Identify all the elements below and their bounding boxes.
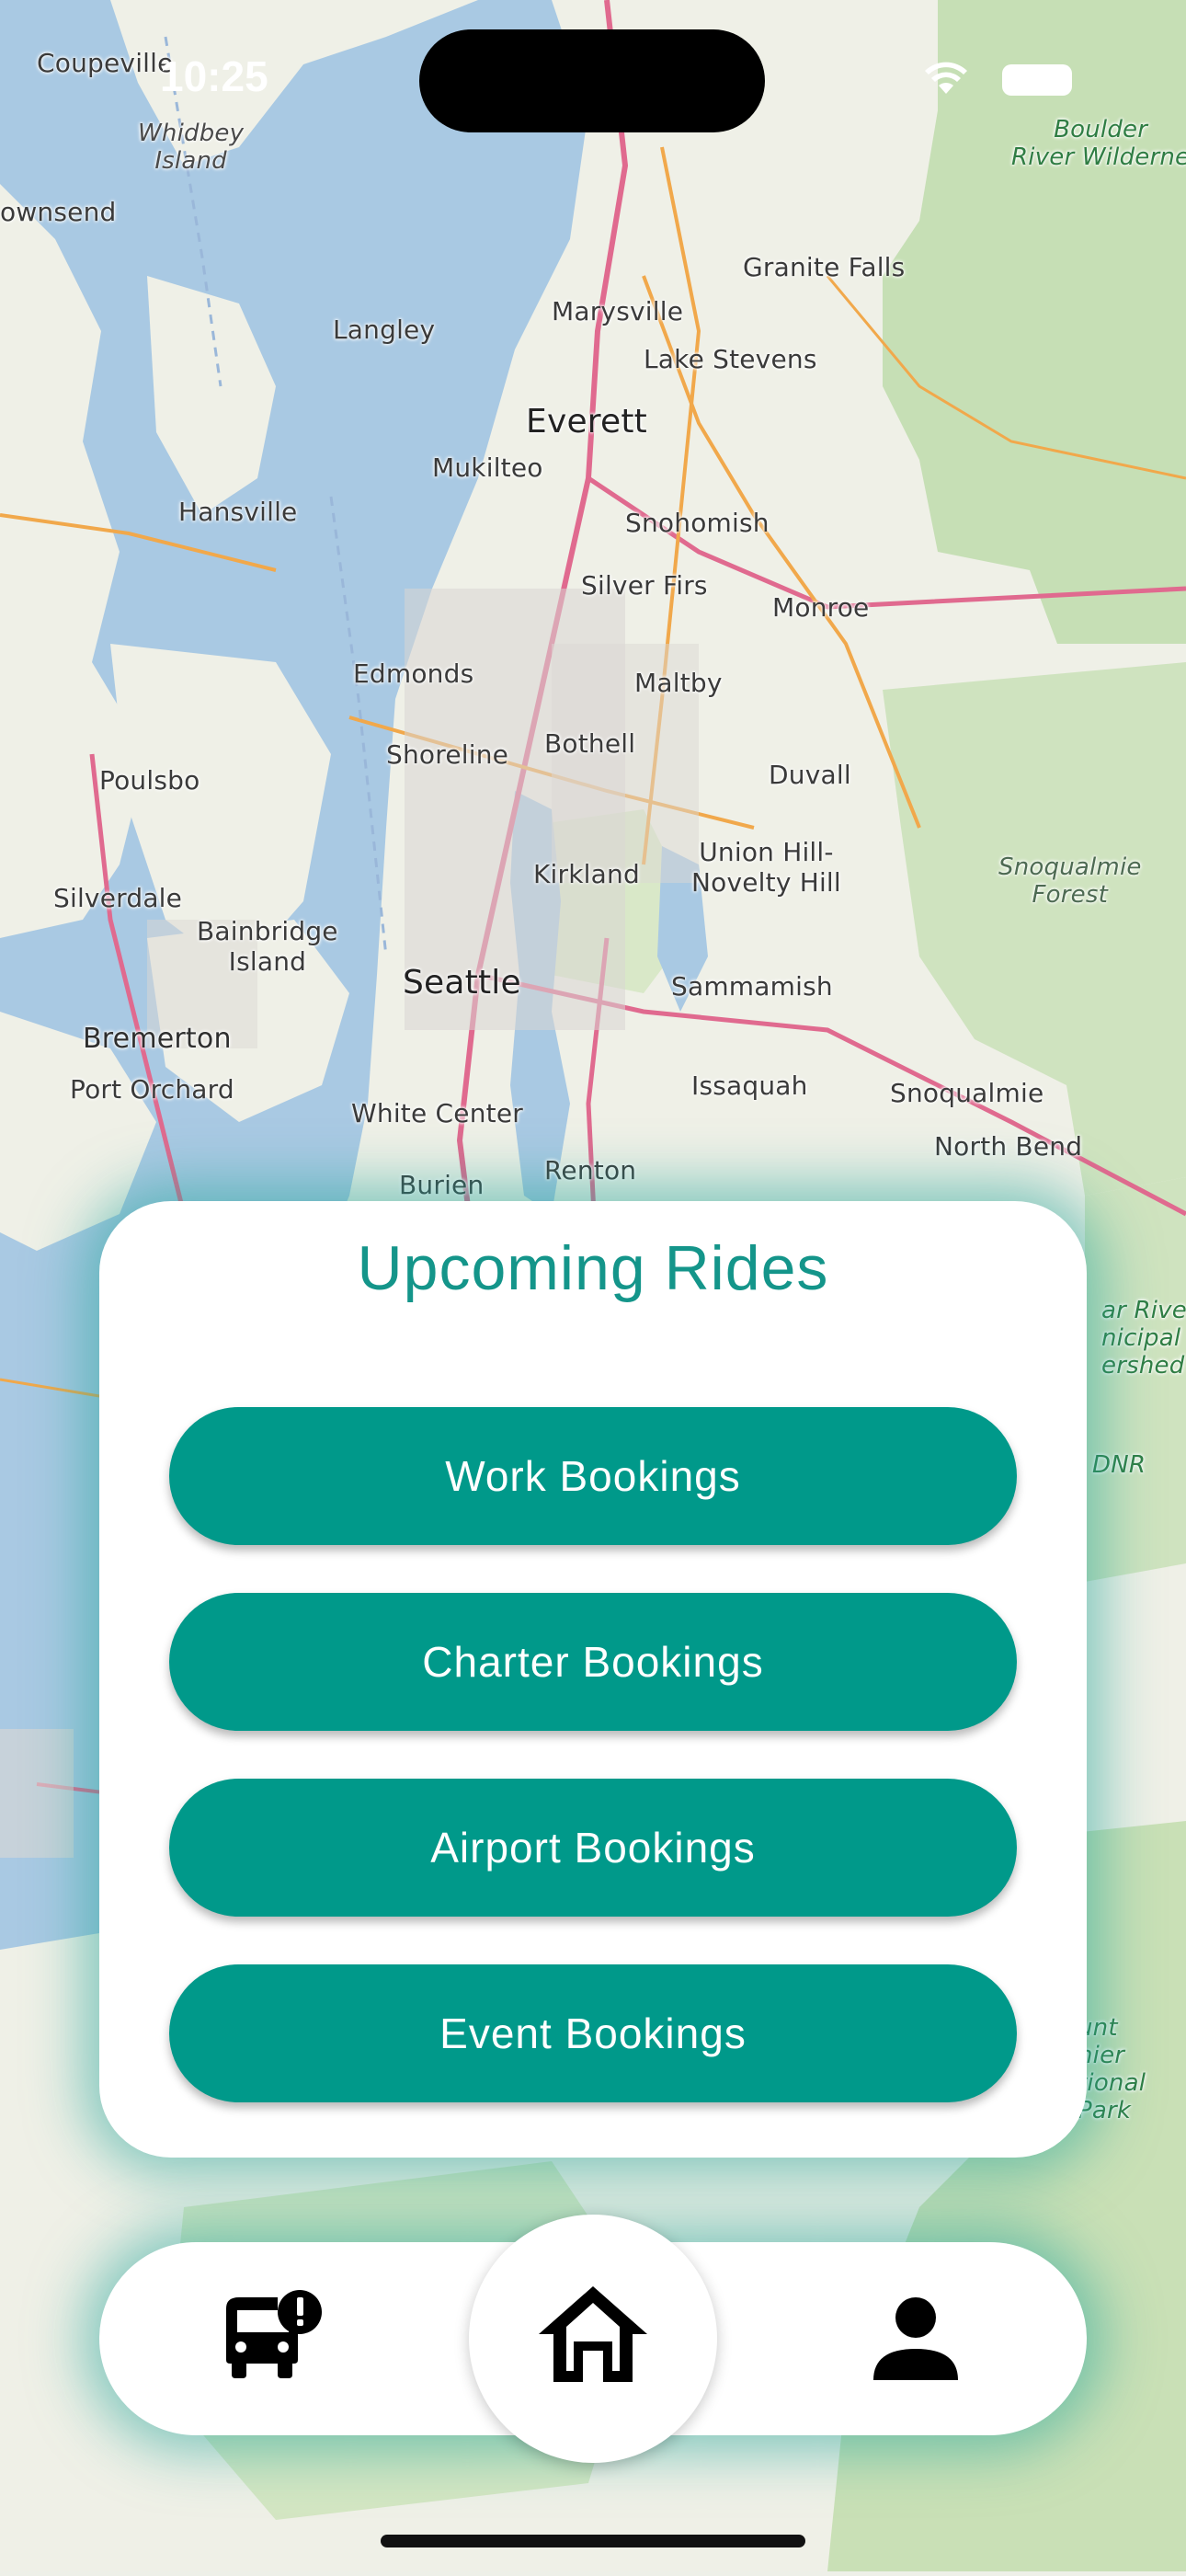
- map-label-sammamish: Sammamish: [671, 971, 833, 1002]
- wifi-icon: [925, 62, 967, 94]
- map-label-snohomish: Snohomish: [625, 508, 770, 538]
- status-bar: 10:25: [0, 0, 1186, 156]
- nav-home-tab[interactable]: [469, 2215, 717, 2463]
- bus-alert-icon: [226, 2290, 322, 2378]
- map-label-monroe: Monroe: [772, 592, 870, 623]
- map-label-port-orchard: Port Orchard: [70, 1074, 234, 1105]
- map-label-cedar-river: ar River nicipal ershed: [1101, 1297, 1186, 1380]
- map-label-edmonds: Edmonds: [353, 658, 474, 689]
- home-icon: [539, 2286, 647, 2382]
- nav-profile-tab[interactable]: [872, 2296, 960, 2384]
- map-label-dnr: DNR: [1092, 1451, 1146, 1479]
- work-bookings-button[interactable]: Work Bookings: [169, 1407, 1017, 1545]
- upcoming-rides-card: Upcoming Rides Work Bookings Charter Boo…: [99, 1201, 1087, 2158]
- event-bookings-button[interactable]: Event Bookings: [169, 1964, 1017, 2102]
- map-label-townsend: ownsend: [0, 197, 117, 227]
- map-label-burien: Burien: [399, 1170, 485, 1200]
- map-label-hansville: Hansville: [178, 497, 298, 527]
- person-icon: [873, 2297, 958, 2380]
- map-label-silverdale: Silverdale: [53, 883, 183, 913]
- map-label-marysville: Marysville: [552, 296, 684, 326]
- map-label-snoqualmie: Snoqualmie: [890, 1078, 1044, 1108]
- map-label-north-bend: North Bend: [934, 1131, 1083, 1162]
- airport-bookings-button[interactable]: Airport Bookings: [169, 1779, 1017, 1917]
- map-label-bothell: Bothell: [544, 728, 636, 759]
- map-label-issaquah: Issaquah: [691, 1070, 808, 1101]
- map-label-maltby: Maltby: [634, 668, 723, 698]
- map-label-bainbridge-island: Bainbridge Island: [197, 916, 338, 977]
- map-label-langley: Langley: [333, 315, 436, 345]
- nav-rides-tab[interactable]: [221, 2288, 324, 2384]
- dynamic-island: [419, 29, 765, 132]
- map-label-everett: Everett: [526, 403, 647, 441]
- map-label-granite-falls: Granite Falls: [743, 252, 906, 282]
- home-indicator: [381, 2535, 805, 2547]
- map-label-lake-stevens: Lake Stevens: [644, 344, 817, 374]
- map-label-duvall: Duvall: [769, 760, 851, 790]
- map-label-union-hill: Union Hill- Novelty Hill: [691, 837, 841, 898]
- charter-bookings-button[interactable]: Charter Bookings: [169, 1593, 1017, 1731]
- map-label-white-center: White Center: [351, 1098, 523, 1128]
- map-label-mount-rainier: unt nier tional Park: [1078, 2014, 1146, 2124]
- map-label-shoreline: Shoreline: [386, 739, 509, 770]
- map-label-kirkland: Kirkland: [533, 859, 640, 889]
- map-label-poulsbo: Poulsbo: [99, 765, 200, 796]
- map-label-renton: Renton: [544, 1155, 637, 1185]
- map-label-bremerton: Bremerton: [83, 1023, 232, 1055]
- map-label-mukilteo: Mukilteo: [432, 452, 543, 483]
- map-label-seattle: Seattle: [403, 964, 521, 1002]
- map-label-snoqualmie-forest: Snoqualmie Forest: [998, 853, 1142, 909]
- map-label-silver-firs: Silver Firs: [581, 570, 708, 601]
- status-time: 10:25: [160, 52, 268, 100]
- battery-icon: [1002, 64, 1072, 96]
- card-title: Upcoming Rides: [357, 1233, 829, 1303]
